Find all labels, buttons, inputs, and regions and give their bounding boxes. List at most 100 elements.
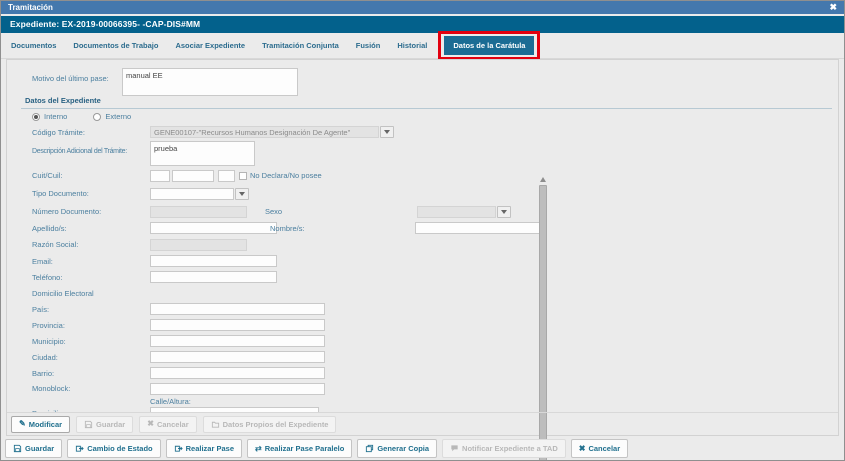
codigo-tramite-label: Código Trámite:	[32, 128, 150, 137]
chevron-down-icon	[239, 192, 245, 196]
close-icon[interactable]: ✖	[829, 1, 837, 14]
realizar-pase-label: Realizar Pase	[186, 444, 234, 453]
datos-propios-label: Datos Propios del Expediente	[223, 420, 329, 429]
municipio-row: Municipio:	[32, 333, 838, 349]
barrio-row: Barrio:	[32, 365, 838, 381]
provincia-label: Provincia:	[32, 321, 150, 330]
guardar-panel-button: Guardar	[76, 416, 133, 433]
monoblock-input[interactable]	[150, 383, 325, 395]
tab-documentos-de-trabajo[interactable]: Documentos de Trabajo	[73, 41, 158, 50]
no-declara-checkbox[interactable]	[239, 172, 247, 180]
provincia-input[interactable]	[150, 319, 325, 331]
expediente-label: Expediente: EX-2019-00066395- -CAP-DIS#M…	[10, 19, 200, 29]
tab-datos-de-la-caratula[interactable]: Datos de la Carátula	[444, 36, 534, 55]
email-input[interactable]	[150, 255, 277, 267]
footer-button-row: Guardar Cambio de Estado Realizar Pase ⇄…	[5, 439, 628, 458]
monoblock-label: Monoblock:	[32, 384, 150, 393]
domicilio-electoral-row: Domicilio Electoral	[32, 285, 838, 301]
guardar-button[interactable]: Guardar	[5, 439, 62, 458]
realizar-pase-button[interactable]: Realizar Pase	[166, 439, 242, 458]
box-arrow-icon	[174, 444, 183, 453]
cuit-number-input[interactable]	[172, 170, 214, 182]
cancelar-panel-button: ✖ Cancelar	[139, 416, 196, 433]
email-label: Email:	[32, 257, 150, 266]
cuit-cuil-row: Cuit/Cuil: No Declara/No posee	[32, 167, 838, 184]
ciudad-row: Ciudad:	[32, 349, 838, 365]
apellidos-row: Apellido/s: Nombre/s:	[32, 220, 838, 236]
scroll-up-icon[interactable]	[540, 177, 546, 182]
nombres-input[interactable]	[415, 222, 543, 234]
tab-fusion[interactable]: Fusión	[356, 41, 381, 50]
radio-externo-label: Externo	[105, 112, 131, 121]
telefono-row: Teléfono:	[32, 269, 838, 285]
cambio-de-estado-button[interactable]: Cambio de Estado	[67, 439, 160, 458]
descripcion-adicional-textarea[interactable]: prueba	[150, 141, 255, 166]
email-row: Email:	[32, 253, 838, 269]
descripcion-adicional-label: Descripción Adicional del Trámite:	[32, 141, 150, 155]
expediente-bar: Expediente: EX-2019-00066395- -CAP-DIS#M…	[1, 16, 844, 33]
cancelar-button[interactable]: ✖ Cancelar	[571, 439, 628, 458]
codigo-tramite-dropdown-button[interactable]	[380, 126, 394, 138]
apellidos-input[interactable]	[150, 222, 277, 234]
tab-asociar-expediente[interactable]: Asociar Expediente	[175, 41, 245, 50]
provincia-row: Provincia:	[32, 317, 838, 333]
cancelar-panel-label: Cancelar	[157, 420, 189, 429]
razon-social-input	[150, 239, 247, 251]
pais-row: País:	[32, 301, 838, 317]
cancelar-label: Cancelar	[588, 444, 620, 453]
codigo-tramite-row: Código Trámite:	[32, 124, 838, 140]
cuit-suffix-input[interactable]	[218, 170, 235, 182]
form-scroll-area: Motivo del último pase: manual EE Datos …	[7, 60, 838, 412]
telefono-input[interactable]	[150, 271, 277, 283]
tipo-documento-dropdown-button[interactable]	[235, 188, 249, 200]
cuit-prefix-input[interactable]	[150, 170, 170, 182]
numero-documento-input	[150, 206, 247, 218]
realizar-pase-paralelo-button[interactable]: ⇄ Realizar Pase Paralelo	[247, 439, 352, 458]
modificar-button[interactable]: ✎ Modificar	[11, 416, 70, 433]
window-title: Tramitación	[8, 3, 53, 12]
codigo-tramite-input	[150, 126, 379, 138]
ciudad-label: Ciudad:	[32, 353, 150, 362]
barrio-label: Barrio:	[32, 369, 150, 378]
origen-radio-row: Interno Externo	[32, 109, 838, 124]
save-icon	[13, 444, 22, 453]
radio-externo[interactable]	[93, 113, 101, 121]
pais-input[interactable]	[150, 303, 325, 315]
monoblock-row: Monoblock:	[32, 381, 838, 396]
tipo-documento-input[interactable]	[150, 188, 234, 200]
datos-propios-button: Datos Propios del Expediente	[203, 416, 337, 433]
section-title-datos-expediente: Datos del Expediente	[25, 94, 838, 108]
domicilio-electoral-label: Domicilio Electoral	[32, 289, 150, 298]
razon-social-label: Razón Social:	[32, 240, 150, 249]
sexo-label: Sexo	[265, 207, 282, 216]
municipio-input[interactable]	[150, 335, 325, 347]
nombres-label: Nombre/s:	[270, 224, 305, 233]
modificar-label: Modificar	[29, 420, 62, 429]
copy-icon	[365, 444, 374, 453]
notificar-expediente-tad-button: Notificar Expediente a TAD	[442, 439, 566, 458]
sexo-input	[417, 206, 496, 218]
guardar-panel-label: Guardar	[96, 420, 125, 429]
notificar-expediente-tad-label: Notificar Expediente a TAD	[462, 444, 558, 453]
cambio-de-estado-label: Cambio de Estado	[87, 444, 152, 453]
tipo-documento-label: Tipo Documento:	[32, 189, 150, 198]
pencil-icon: ✎	[19, 420, 26, 428]
panel-button-row: ✎ Modificar Guardar ✖ Cancelar Datos Pro…	[7, 412, 838, 435]
ciudad-input[interactable]	[150, 351, 325, 363]
radio-interno[interactable]	[32, 113, 40, 121]
tab-historial[interactable]: Historial	[397, 41, 427, 50]
cancel-icon: ✖	[579, 445, 586, 453]
descripcion-adicional-row: Descripción Adicional del Trámite: prueb…	[32, 140, 838, 167]
razon-social-row: Razón Social:	[32, 236, 838, 253]
motivo-textarea[interactable]: manual EE	[122, 68, 298, 96]
tab-documentos[interactable]: Documentos	[11, 41, 56, 50]
sexo-dropdown-button[interactable]	[497, 206, 511, 218]
tab-tramitacion-conjunta[interactable]: Tramitación Conjunta	[262, 41, 339, 50]
tramitacion-window: Tramitación ✖ Expediente: EX-2019-000663…	[0, 0, 845, 461]
tipo-documento-row: Tipo Documento:	[32, 184, 838, 203]
parallel-arrows-icon: ⇄	[255, 445, 262, 453]
barrio-input[interactable]	[150, 367, 325, 379]
motivo-row: Motivo del último pase: manual EE	[32, 64, 838, 94]
generar-copia-button[interactable]: Generar Copia	[357, 439, 437, 458]
chevron-down-icon	[501, 210, 507, 214]
